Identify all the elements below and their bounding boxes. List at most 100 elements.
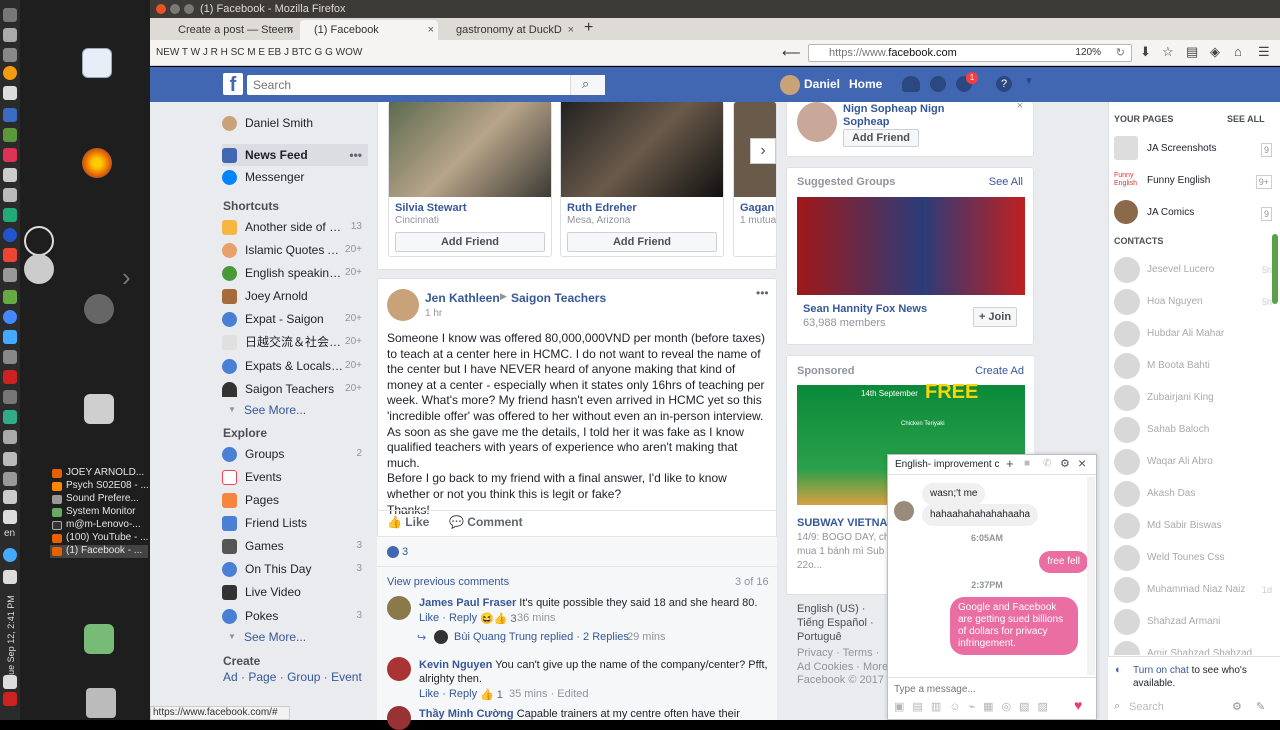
app-icon[interactable] xyxy=(3,548,17,562)
view-previous-comments[interactable]: View previous comments xyxy=(387,576,509,588)
app-icon[interactable] xyxy=(3,8,17,22)
pymk-photo[interactable] xyxy=(561,102,723,197)
calendar-icon[interactable]: ▨ xyxy=(1038,701,1056,713)
trash-icon[interactable] xyxy=(86,688,116,718)
carousel-next-button[interactable]: › xyxy=(750,138,776,164)
file-icon[interactable] xyxy=(3,86,17,100)
explore-groups[interactable]: Groups 2 xyxy=(222,445,368,463)
app-icon[interactable] xyxy=(3,128,17,142)
see-more-shortcuts[interactable]: ▼ See More... xyxy=(228,401,374,419)
tab-duckduckgo[interactable]: gastronomy at DuckD × xyxy=(442,20,578,40)
post-options-icon[interactable]: ••• xyxy=(756,286,769,300)
shortcut-item[interactable]: Expats & Locals In ...20+ xyxy=(222,357,368,375)
app-icon[interactable] xyxy=(24,254,54,284)
video-call-icon[interactable]: ■ xyxy=(1024,458,1030,469)
comment-author[interactable]: Kevin Nguyen xyxy=(419,659,492,671)
friend-requests-icon[interactable] xyxy=(902,76,920,92)
add-people-icon[interactable]: + xyxy=(1006,456,1014,471)
comment-avatar[interactable] xyxy=(387,657,411,681)
contact-item[interactable]: Muhammad Niaz Naiz 1d xyxy=(1114,577,1274,603)
pymk-card[interactable]: Ruth Edreher Mesa, Arizona Add Friend xyxy=(560,102,724,257)
comment-author[interactable]: Thầy Minh Cường xyxy=(419,708,514,720)
explore-live-video[interactable]: Live Video xyxy=(222,583,368,601)
shortcut-item[interactable]: Joey Arnold xyxy=(222,287,368,305)
terminal-icon[interactable] xyxy=(3,208,17,222)
nav-news-feed[interactable]: News Feed ••• xyxy=(222,144,368,166)
nav-messenger[interactable]: Messenger xyxy=(222,168,368,186)
bitcoin-icon[interactable] xyxy=(3,66,17,80)
post-author[interactable]: Jen Kathleen xyxy=(425,291,500,305)
create-group-link[interactable]: Group xyxy=(287,670,320,684)
contact-item[interactable]: Hubdar Ali Mahar xyxy=(1114,321,1274,347)
pymk-card[interactable]: Gagan W 1 mutual xyxy=(733,102,777,257)
reply-summary[interactable]: Bùi Quang Trung replied · 2 Replies xyxy=(454,631,629,643)
post-author-avatar[interactable] xyxy=(387,289,419,321)
comment-time[interactable]: 36 mins xyxy=(517,612,556,624)
comment-avatar[interactable] xyxy=(387,706,411,730)
maximize-icon[interactable] xyxy=(184,4,194,14)
gear-icon[interactable]: ⚙ xyxy=(1232,700,1242,713)
chat-title[interactable]: English- improvement c xyxy=(895,459,999,470)
back-icon[interactable]: ⟵ xyxy=(782,40,801,65)
chrome-icon[interactable] xyxy=(3,310,17,324)
app-icon[interactable] xyxy=(3,148,17,162)
pocket-icon[interactable]: ◈ xyxy=(1210,44,1220,60)
profile-link[interactable]: Daniel xyxy=(804,67,840,102)
close-tab-icon[interactable]: × xyxy=(428,20,434,40)
app-icon[interactable] xyxy=(3,268,17,282)
facebook-logo[interactable]: f xyxy=(223,73,243,96)
chat-scrollbar[interactable] xyxy=(1087,477,1095,675)
photo-icon[interactable]: ▣ xyxy=(894,701,912,713)
comment-actions[interactable]: Like · Reply xyxy=(419,612,477,624)
reload-icon[interactable]: ↻ xyxy=(1116,45,1125,61)
app-icon[interactable] xyxy=(3,168,17,182)
home-icon[interactable]: ⌂ xyxy=(1234,44,1242,59)
see-all-pages-link[interactable]: SEE ALL xyxy=(1227,114,1265,124)
explore-friend-lists[interactable]: Friend Lists xyxy=(222,514,368,532)
shortcut-item[interactable]: Islamic Quotes And...20+ xyxy=(222,241,368,259)
minimize-icon[interactable] xyxy=(170,4,180,14)
contact-item[interactable]: Jesevel Lucero 5h xyxy=(1114,257,1274,283)
app-icon[interactable] xyxy=(3,410,17,424)
shortcut-item[interactable]: Saigon Teachers 20+ xyxy=(222,380,368,398)
bluetooth-icon[interactable] xyxy=(3,490,17,504)
attach-icon[interactable]: ⌁ xyxy=(968,701,983,713)
comment-reactions[interactable]: 😆👍 3 xyxy=(480,612,517,625)
post-time[interactable]: 1 hr xyxy=(425,308,442,319)
tab-steem[interactable]: Create a post — Steem × xyxy=(164,20,298,40)
home-link[interactable]: Home xyxy=(849,67,882,102)
user-icon[interactable] xyxy=(84,624,114,654)
taskbar-item[interactable]: m@m-Lenovo-... xyxy=(50,519,148,532)
comment-actions[interactable]: Like · Reply xyxy=(419,688,477,700)
firefox-icon[interactable] xyxy=(82,148,112,178)
window-titlebar[interactable]: (1) Facebook - Mozilla Firefox xyxy=(150,0,1280,18)
shortcut-item[interactable]: Expat - Saigon 20+ xyxy=(222,310,368,328)
money-icon[interactable]: ▧ xyxy=(1019,701,1037,713)
close-icon[interactable]: × xyxy=(1078,455,1086,471)
contact-item[interactable]: Zubairjani King xyxy=(1114,385,1274,411)
tab-facebook[interactable]: (1) Facebook × xyxy=(300,20,438,40)
url-bar[interactable]: https://www.facebook.com 120% ↻ xyxy=(808,44,1132,62)
search-icon[interactable]: ⌕ xyxy=(570,75,605,95)
contact-item[interactable]: Akash Das xyxy=(1114,481,1274,507)
pymk-name[interactable]: Ruth Edreher xyxy=(567,202,637,214)
turn-on-chat-link[interactable]: Turn on chat xyxy=(1133,665,1189,676)
group-name[interactable]: Sean Hannity Fox News xyxy=(803,303,927,315)
bluetooth-icon[interactable] xyxy=(3,675,17,689)
volume-icon[interactable] xyxy=(3,570,17,584)
file-manager-icon[interactable] xyxy=(84,394,114,424)
chevron-right-icon[interactable]: › xyxy=(122,262,131,293)
app-icon[interactable] xyxy=(3,350,17,364)
nav-profile[interactable]: Daniel Smith xyxy=(222,114,368,132)
taskbar-item[interactable]: (100) YouTube - ... xyxy=(50,532,148,545)
avatar[interactable] xyxy=(780,75,800,95)
page-item[interactable]: JA Screenshots 9 xyxy=(1114,136,1274,162)
bookmark-star-icon[interactable]: ☆ xyxy=(1162,44,1174,60)
pymk-name[interactable]: Nign Sopheap Nign Sopheap xyxy=(843,103,983,129)
scrollbar-thumb[interactable] xyxy=(1272,234,1278,304)
app-icon[interactable] xyxy=(3,390,17,404)
wifi-icon[interactable] xyxy=(3,510,17,524)
create-ad-link[interactable]: Create Ad xyxy=(975,365,1024,377)
search-input[interactable] xyxy=(247,75,605,95)
contact-item[interactable]: Weld Tounes Css xyxy=(1114,545,1274,571)
